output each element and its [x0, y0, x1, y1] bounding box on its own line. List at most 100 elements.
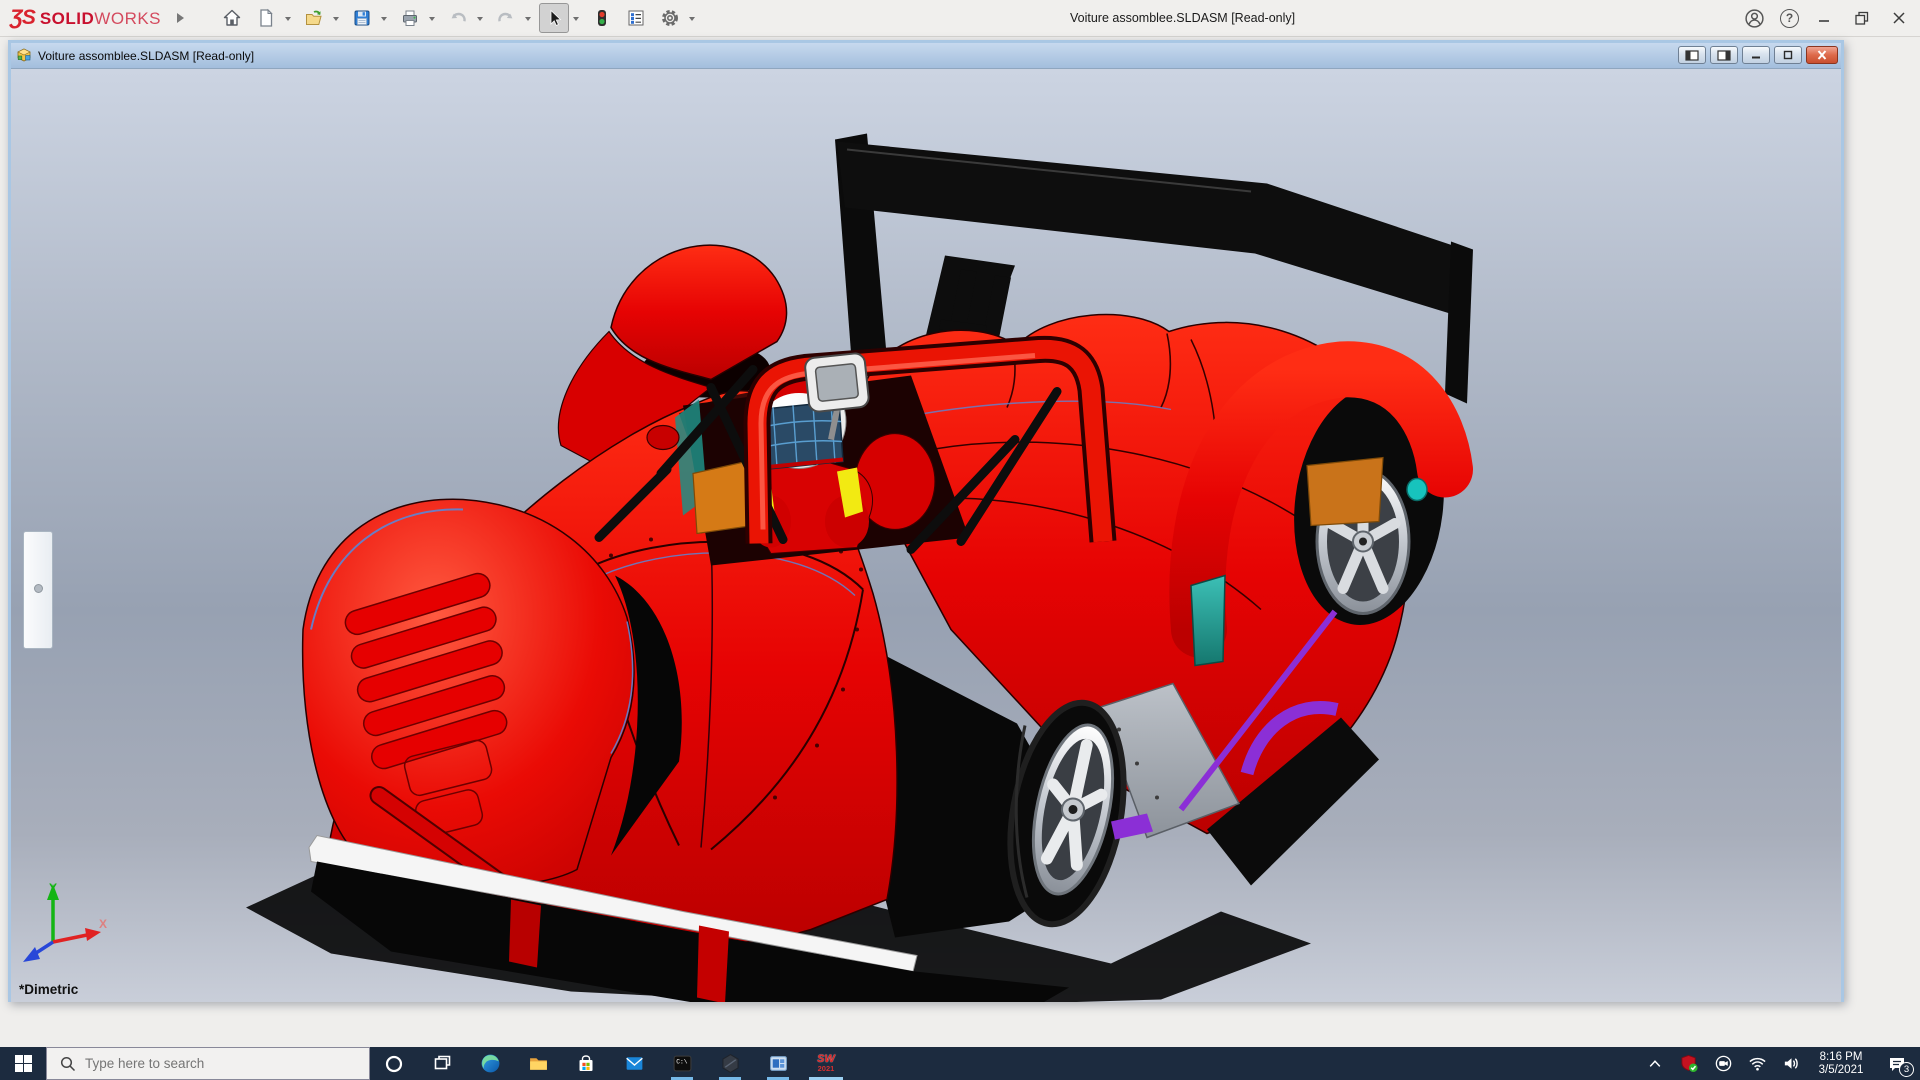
- taskbar-app-terminal[interactable]: C:\: [658, 1047, 706, 1080]
- home-button[interactable]: [217, 3, 247, 33]
- microsoft-store-icon: [576, 1054, 596, 1074]
- speaker-icon: [1782, 1054, 1801, 1073]
- restore-icon: [1853, 9, 1871, 27]
- rebuild-button[interactable]: [587, 3, 617, 33]
- clock-date: 3/5/2021: [1808, 1064, 1874, 1077]
- cortana-icon: [384, 1054, 404, 1074]
- clock-time: 8:16 PM: [1808, 1051, 1874, 1064]
- taskbar-app-hexagon[interactable]: [706, 1047, 754, 1080]
- doc-close-icon: [1815, 49, 1829, 61]
- chevron-up-icon: [1647, 1056, 1663, 1072]
- close-icon: [1890, 9, 1908, 27]
- start-button[interactable]: [0, 1047, 46, 1080]
- select-tool-dropdown[interactable]: [569, 3, 583, 33]
- select-tool-button[interactable]: [539, 3, 569, 33]
- wifi-icon: [1748, 1054, 1767, 1073]
- pane-right-icon: [1716, 49, 1732, 62]
- minimize-icon: [1816, 9, 1834, 27]
- terminal-glyph: C:\: [676, 1059, 688, 1066]
- solidworks-app-icon: SW 2021: [817, 1054, 835, 1073]
- new-document-button[interactable]: [251, 3, 281, 33]
- tray-volume[interactable]: [1774, 1047, 1808, 1080]
- account-button[interactable]: [1743, 7, 1765, 29]
- solidworks-logo: ƷS SOLID WORKS: [10, 6, 161, 30]
- taskbar-clock[interactable]: 8:16 PM 3/5/2021: [1808, 1051, 1874, 1077]
- graphics-viewport[interactable]: Y X *Dimetric: [11, 69, 1841, 1002]
- help-glyph: ?: [1786, 11, 1793, 25]
- minimize-button[interactable]: [1814, 7, 1836, 29]
- file-explorer-icon: [528, 1053, 549, 1074]
- taskbar-app-edge[interactable]: [466, 1047, 514, 1080]
- doc-close-button[interactable]: [1806, 46, 1838, 64]
- redo-dropdown[interactable]: [521, 3, 535, 33]
- taskbar-search[interactable]: [46, 1047, 370, 1080]
- help-button[interactable]: ?: [1780, 9, 1799, 28]
- new-document-icon: [256, 8, 276, 28]
- search-icon: [59, 1055, 77, 1073]
- command-prompt-icon: C:\: [672, 1053, 693, 1074]
- car-model-render[interactable]: [11, 69, 1841, 1002]
- document-window: Voiture assomblee.SLDASM [Read-only]: [8, 40, 1844, 1002]
- undo-icon: [448, 8, 468, 28]
- close-button[interactable]: [1888, 7, 1910, 29]
- print-button[interactable]: [395, 3, 425, 33]
- tray-network[interactable]: [1740, 1047, 1774, 1080]
- undo-dropdown[interactable]: [473, 3, 487, 33]
- options-dropdown[interactable]: [685, 3, 699, 33]
- collapsed-panel-tab[interactable]: [23, 531, 53, 649]
- redo-button[interactable]: [491, 3, 521, 33]
- view-orientation-label: *Dimetric: [19, 982, 78, 997]
- tray-solidworks-status[interactable]: [1672, 1047, 1706, 1080]
- windows-taskbar: C:\ SW 2021: [0, 1047, 1920, 1080]
- axis-y-label: Y: [49, 881, 57, 895]
- document-title: Voiture assomblee.SLDASM [Read-only]: [38, 49, 254, 63]
- doc-minimize-button[interactable]: [1742, 46, 1770, 64]
- print-icon: [400, 8, 420, 28]
- doc-restore-icon: [1781, 49, 1795, 61]
- open-button[interactable]: [299, 3, 329, 33]
- taskbar-app-store[interactable]: [562, 1047, 610, 1080]
- notification-count-badge: 3: [1899, 1062, 1914, 1077]
- save-button[interactable]: [347, 3, 377, 33]
- taskbar-app-window[interactable]: [754, 1047, 802, 1080]
- undo-button[interactable]: [443, 3, 473, 33]
- open-folder-icon: [304, 8, 324, 28]
- doc-minimize-icon: [1749, 49, 1763, 61]
- tray-meet-now[interactable]: [1706, 1047, 1740, 1080]
- gear-icon: [660, 8, 680, 28]
- meet-now-camera-icon: [1714, 1054, 1733, 1073]
- restore-button[interactable]: [1851, 7, 1873, 29]
- task-view-button[interactable]: [418, 1047, 466, 1080]
- search-input[interactable]: [85, 1056, 355, 1071]
- new-document-dropdown[interactable]: [281, 3, 295, 33]
- solidworks-logo-glyph: ƷS: [10, 6, 35, 30]
- show-left-pane-button[interactable]: [1678, 46, 1706, 64]
- orientation-triad: Y X: [19, 880, 111, 976]
- document-titlebar[interactable]: Voiture assomblee.SLDASM [Read-only]: [11, 43, 1841, 69]
- main-toolbar: [217, 3, 702, 33]
- taskbar-app-solidworks[interactable]: SW 2021: [802, 1047, 850, 1080]
- open-dropdown[interactable]: [329, 3, 343, 33]
- cortana-button[interactable]: [370, 1047, 418, 1080]
- save-dropdown[interactable]: [377, 3, 391, 33]
- redo-icon: [496, 8, 516, 28]
- display-settings-button[interactable]: [621, 3, 651, 33]
- doc-restore-button[interactable]: [1774, 46, 1802, 64]
- rebuild-traffic-light-icon: [592, 8, 612, 28]
- print-dropdown[interactable]: [425, 3, 439, 33]
- mail-icon: [624, 1053, 645, 1074]
- options-button[interactable]: [655, 3, 685, 33]
- app-titlebar: ƷS SOLID WORKS: [0, 0, 1920, 37]
- home-icon: [222, 8, 242, 28]
- action-center-button[interactable]: 3: [1874, 1047, 1920, 1080]
- taskbar-app-file-explorer[interactable]: [514, 1047, 562, 1080]
- menu-expand-arrow-icon[interactable]: [177, 13, 189, 23]
- show-right-pane-button[interactable]: [1710, 46, 1738, 64]
- panel-grip-icon: [34, 584, 43, 593]
- window-app-icon: [768, 1053, 789, 1074]
- hexagon-app-icon: [720, 1053, 741, 1074]
- tray-expand-button[interactable]: [1638, 1047, 1672, 1080]
- save-icon: [352, 8, 372, 28]
- taskbar-app-mail[interactable]: [610, 1047, 658, 1080]
- task-view-icon: [433, 1054, 452, 1073]
